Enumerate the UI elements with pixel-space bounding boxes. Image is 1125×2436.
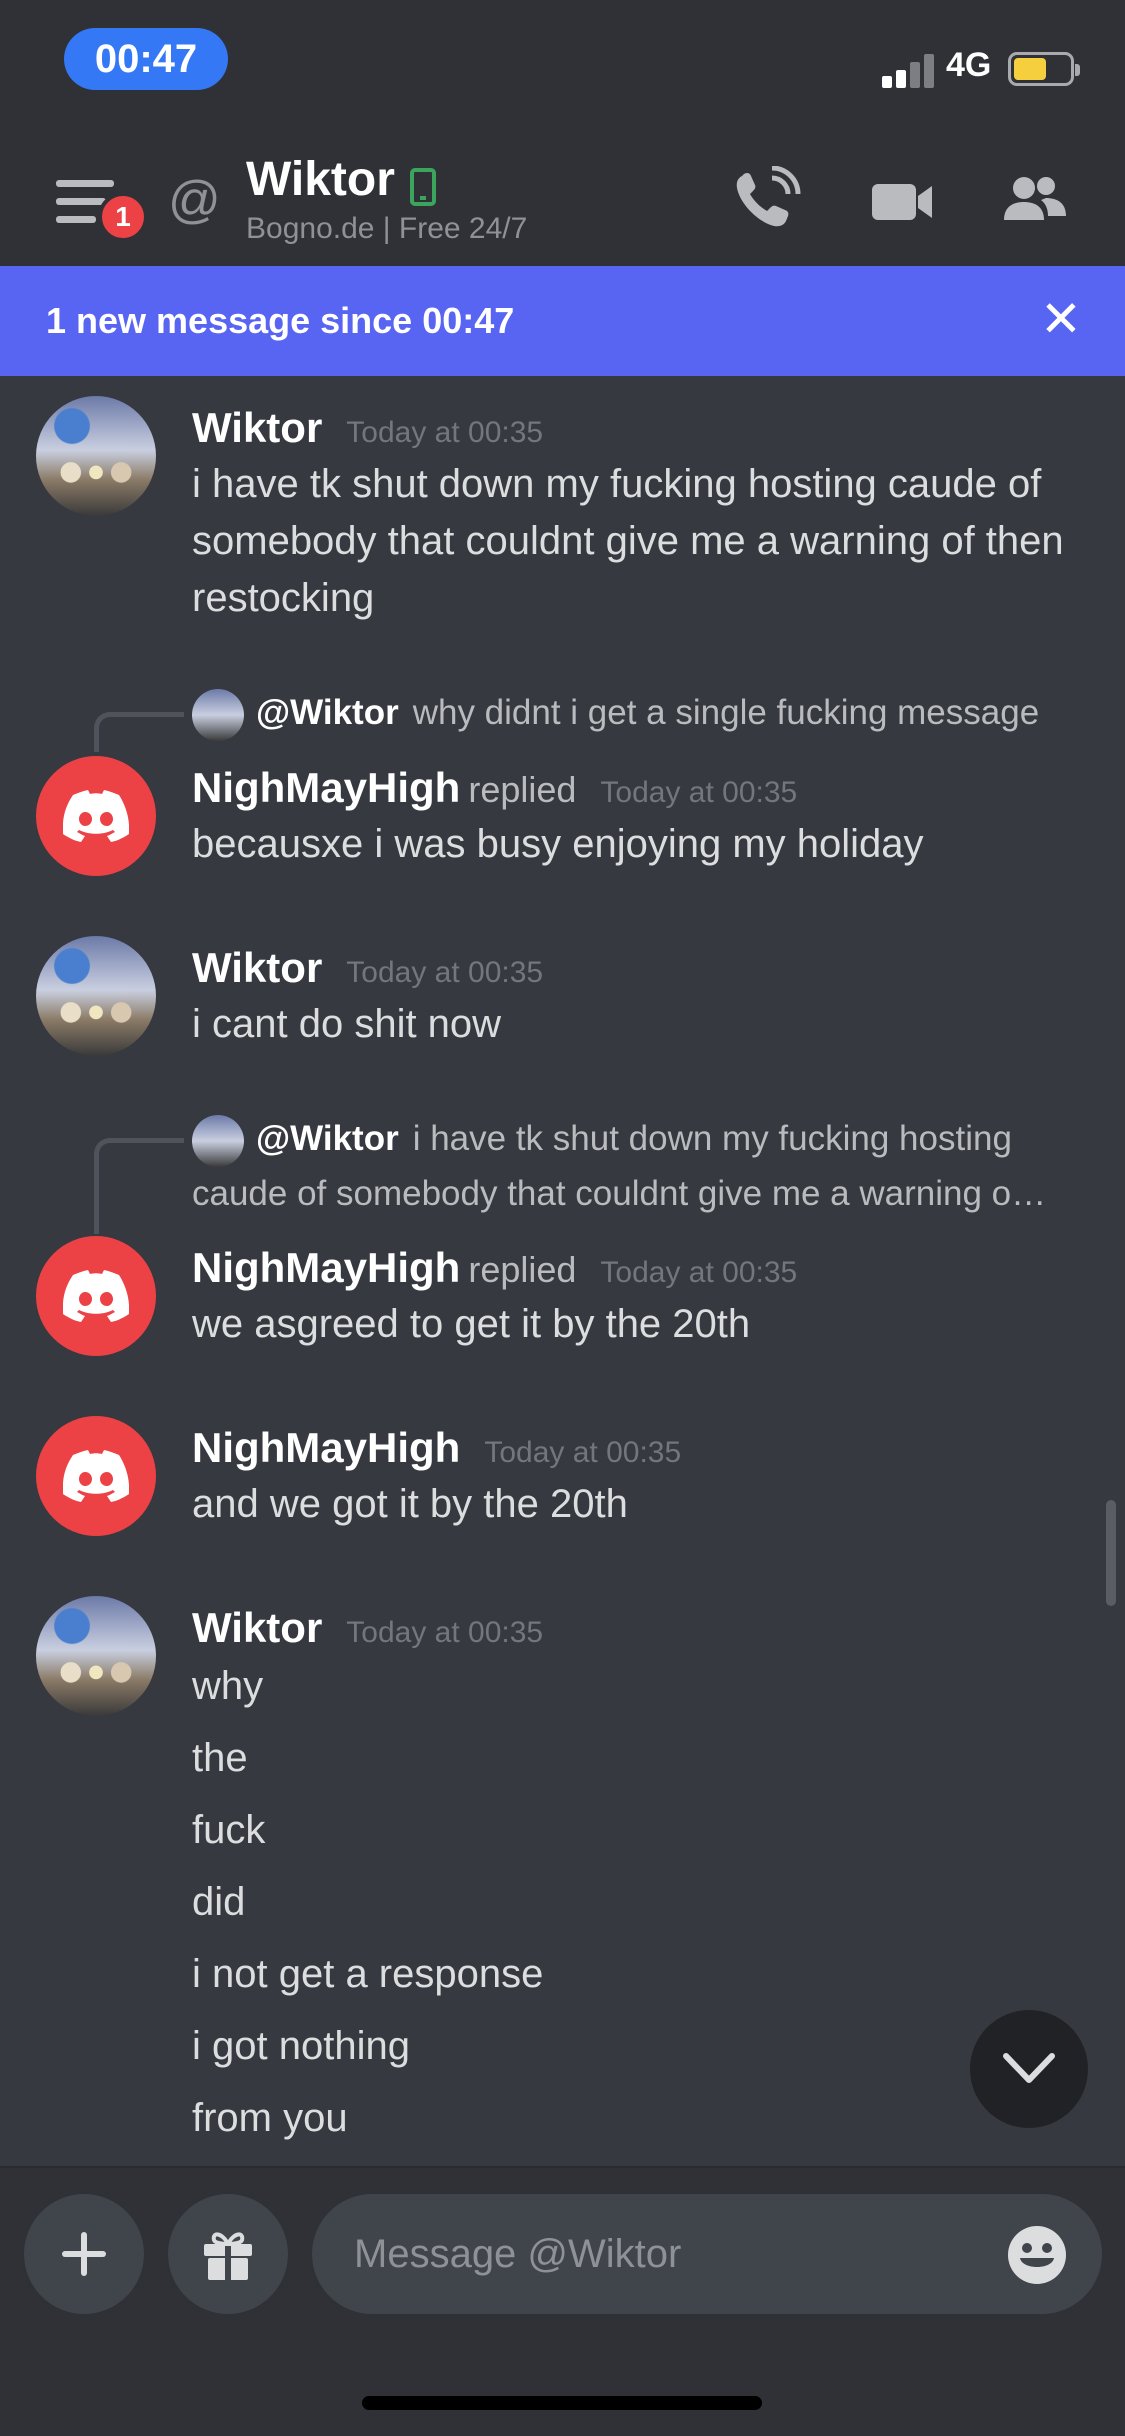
message-timestamp: Today at 00:35 xyxy=(346,1616,544,1649)
members-icon xyxy=(1004,177,1066,220)
discord-icon xyxy=(63,790,129,842)
message-text: did xyxy=(192,1880,246,1924)
message-author[interactable]: Wiktor xyxy=(192,944,322,991)
message-text: i cant do shit now xyxy=(192,1002,502,1046)
avatar xyxy=(192,688,244,741)
message-author[interactable]: Wiktor xyxy=(192,1604,322,1651)
battery-icon xyxy=(1008,52,1080,86)
call-icon xyxy=(736,165,801,227)
avatar[interactable] xyxy=(36,1416,156,1536)
message-text: i not get a response xyxy=(192,1952,544,1996)
status-time: 00:47 xyxy=(64,28,228,90)
members-button[interactable] xyxy=(994,166,1074,236)
gift-icon xyxy=(204,2232,252,2280)
chevron-down-icon xyxy=(1003,2053,1055,2083)
status-bar: 00:47 4G xyxy=(0,0,1125,130)
reply-reference[interactable]: @Wiktor why didnt i get a single fucking … xyxy=(192,686,1092,741)
message-timestamp: Today at 00:35 xyxy=(600,1256,798,1289)
scrollbar[interactable] xyxy=(1106,1500,1116,1606)
custom-status: Bogno.de | Free 24/7 xyxy=(246,212,528,245)
mention-badge: 1 xyxy=(98,192,148,242)
call-button[interactable] xyxy=(728,165,808,236)
home-indicator xyxy=(362,2396,762,2410)
avatar[interactable] xyxy=(36,756,156,876)
reply-spine xyxy=(94,1138,184,1234)
message-text: fuck xyxy=(192,1808,266,1852)
plus-icon xyxy=(62,2232,106,2276)
message-lines: why the fuck did i not get a response i … xyxy=(192,1650,1092,2154)
video-button[interactable] xyxy=(862,166,942,236)
message-timestamp: Today at 00:35 xyxy=(346,416,544,449)
emoji-button[interactable] xyxy=(1006,2224,1068,2286)
message-author[interactable]: NighMayHigh xyxy=(192,1424,460,1471)
replied-label: replied xyxy=(468,1249,577,1290)
network-label: 4G xyxy=(946,46,992,84)
message-author[interactable]: Wiktor xyxy=(192,404,322,451)
message-timestamp: Today at 00:35 xyxy=(600,776,798,809)
message-text: becausxe i was busy enjoying my holiday xyxy=(192,822,924,866)
page-title: Wiktor xyxy=(246,153,395,206)
attach-button[interactable] xyxy=(24,2194,144,2314)
message-author[interactable]: NighMayHigh xyxy=(192,764,460,811)
chat-header: 1 @ Wiktor Bogno.de | Free 24/7 xyxy=(0,130,1125,266)
close-icon[interactable]: ✕ xyxy=(1040,294,1082,344)
avatar[interactable] xyxy=(36,1236,156,1356)
avatar[interactable] xyxy=(36,1596,156,1716)
new-messages-banner[interactable]: 1 new message since 00:47 ✕ xyxy=(0,266,1125,376)
message-input[interactable] xyxy=(312,2194,1102,2314)
message-text: the xyxy=(192,1736,248,1780)
message-text: i have tk shut down my fucking hosting c… xyxy=(192,462,1064,620)
message-timestamp: Today at 00:35 xyxy=(484,1436,682,1469)
signal-icon xyxy=(882,52,938,88)
mobile-status-icon xyxy=(410,168,436,206)
discord-icon xyxy=(63,1270,129,1322)
message-text: why xyxy=(192,1664,264,1708)
message-timestamp: Today at 00:35 xyxy=(346,956,544,989)
message-text: i got nothing xyxy=(192,2024,410,2068)
message-text: we asgreed to get it by the 20th xyxy=(192,1302,751,1346)
replied-label: replied xyxy=(468,769,577,810)
message-author[interactable]: NighMayHigh xyxy=(192,1244,460,1291)
reply-author: @Wiktor xyxy=(256,693,399,732)
discord-icon xyxy=(63,1450,129,1502)
avatar[interactable] xyxy=(36,396,156,516)
jump-to-bottom-button[interactable] xyxy=(970,2010,1088,2128)
video-icon xyxy=(872,184,932,220)
reply-snippet: why didnt i get a single fucking message xyxy=(412,693,1040,732)
avatar xyxy=(192,1114,244,1167)
avatar[interactable] xyxy=(36,936,156,1056)
gift-button[interactable] xyxy=(168,2194,288,2314)
new-messages-text: 1 new message since 00:47 xyxy=(46,300,515,341)
reply-author: @Wiktor xyxy=(256,1119,399,1158)
at-icon: @ xyxy=(168,171,221,229)
message-text: and we got it by the 20th xyxy=(192,1482,628,1526)
reply-spine xyxy=(94,712,184,752)
reply-reference[interactable]: @Wiktor i have tk shut down my fucking ho… xyxy=(192,1112,1092,1221)
emoji-icon xyxy=(1008,2226,1066,2284)
message-text: from you xyxy=(192,2096,348,2140)
